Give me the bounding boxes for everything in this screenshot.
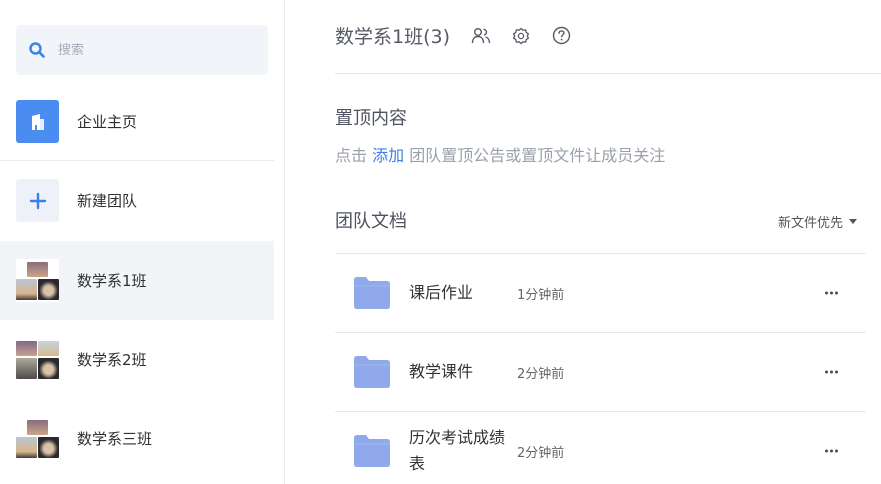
main-panel: 数学系1班(3) 置顶内容 点击 添加 团队置顶公告或置顶文件让成员关注 团队文… bbox=[335, 0, 881, 484]
building-icon bbox=[16, 100, 59, 143]
more-icon[interactable] bbox=[819, 365, 844, 380]
search-input[interactable] bbox=[58, 42, 248, 58]
sidebar-item-label: 数学系1班 bbox=[77, 272, 147, 290]
file-name: 历次考试成绩表 bbox=[409, 428, 506, 473]
page-title: 数学系1班(3) bbox=[335, 26, 451, 48]
sidebar-item-label: 数学系三班 bbox=[77, 430, 153, 448]
file-time: 2分钟前 bbox=[517, 366, 565, 382]
folder-icon bbox=[354, 277, 390, 309]
search-icon bbox=[29, 42, 45, 58]
docs-section-title: 团队文档 bbox=[335, 211, 407, 232]
team-avatar-collage bbox=[16, 338, 59, 381]
list-item[interactable]: 教学课件 2分钟前 bbox=[335, 332, 866, 411]
pinned-hint: 点击 添加 团队置顶公告或置顶文件让成员关注 bbox=[335, 142, 665, 166]
search-box[interactable] bbox=[16, 25, 268, 75]
list-item[interactable]: 课后作业 1分钟前 bbox=[335, 253, 866, 332]
sidebar-item-new-team[interactable]: 新建团队 bbox=[0, 161, 274, 240]
members-icon[interactable] bbox=[470, 25, 492, 47]
file-name: 教学课件 bbox=[409, 362, 474, 381]
sort-dropdown[interactable]: 新文件优先 bbox=[778, 212, 857, 231]
folder-icon bbox=[354, 356, 390, 388]
sidebar-item-label: 数学系2班 bbox=[77, 351, 147, 369]
sidebar-item-team-math-1[interactable]: 数学系1班 bbox=[0, 241, 274, 320]
settings-icon[interactable] bbox=[510, 25, 532, 47]
plus-icon bbox=[16, 179, 59, 222]
team-avatar-collage bbox=[16, 417, 59, 460]
file-name: 课后作业 bbox=[409, 283, 474, 302]
more-icon[interactable] bbox=[819, 286, 844, 301]
team-header: 数学系1班(3) bbox=[335, 22, 572, 49]
sidebar-item-label: 新建团队 bbox=[77, 192, 138, 210]
help-icon[interactable] bbox=[550, 25, 572, 47]
sidebar-item-enterprise-home[interactable]: 企业主页 bbox=[0, 82, 274, 161]
sort-label: 新文件优先 bbox=[777, 216, 843, 231]
sidebar-item-team-math-2[interactable]: 数学系2班 bbox=[0, 320, 274, 399]
file-time: 1分钟前 bbox=[517, 287, 565, 303]
caret-down-icon bbox=[849, 219, 857, 224]
file-time: 2分钟前 bbox=[517, 445, 565, 461]
list-item[interactable]: 历次考试成绩表 2分钟前 bbox=[335, 411, 866, 484]
pinned-section-title: 置顶内容 bbox=[335, 108, 407, 129]
more-icon[interactable] bbox=[819, 444, 844, 459]
sidebar: 企业主页 新建团队 数学系1班 数学系2班 bbox=[0, 0, 285, 484]
pinned-hint-suffix: 团队置顶公告或置顶文件让成员关注 bbox=[409, 146, 666, 165]
folder-icon bbox=[354, 435, 390, 467]
team-avatar-collage bbox=[16, 259, 59, 302]
pinned-hint-prefix: 点击 bbox=[335, 146, 368, 165]
header-divider bbox=[335, 73, 881, 74]
add-pinned-link[interactable]: 添加 bbox=[372, 146, 404, 165]
sidebar-item-team-math-3[interactable]: 数学系三班 bbox=[0, 399, 274, 478]
sidebar-item-label: 企业主页 bbox=[77, 113, 138, 131]
